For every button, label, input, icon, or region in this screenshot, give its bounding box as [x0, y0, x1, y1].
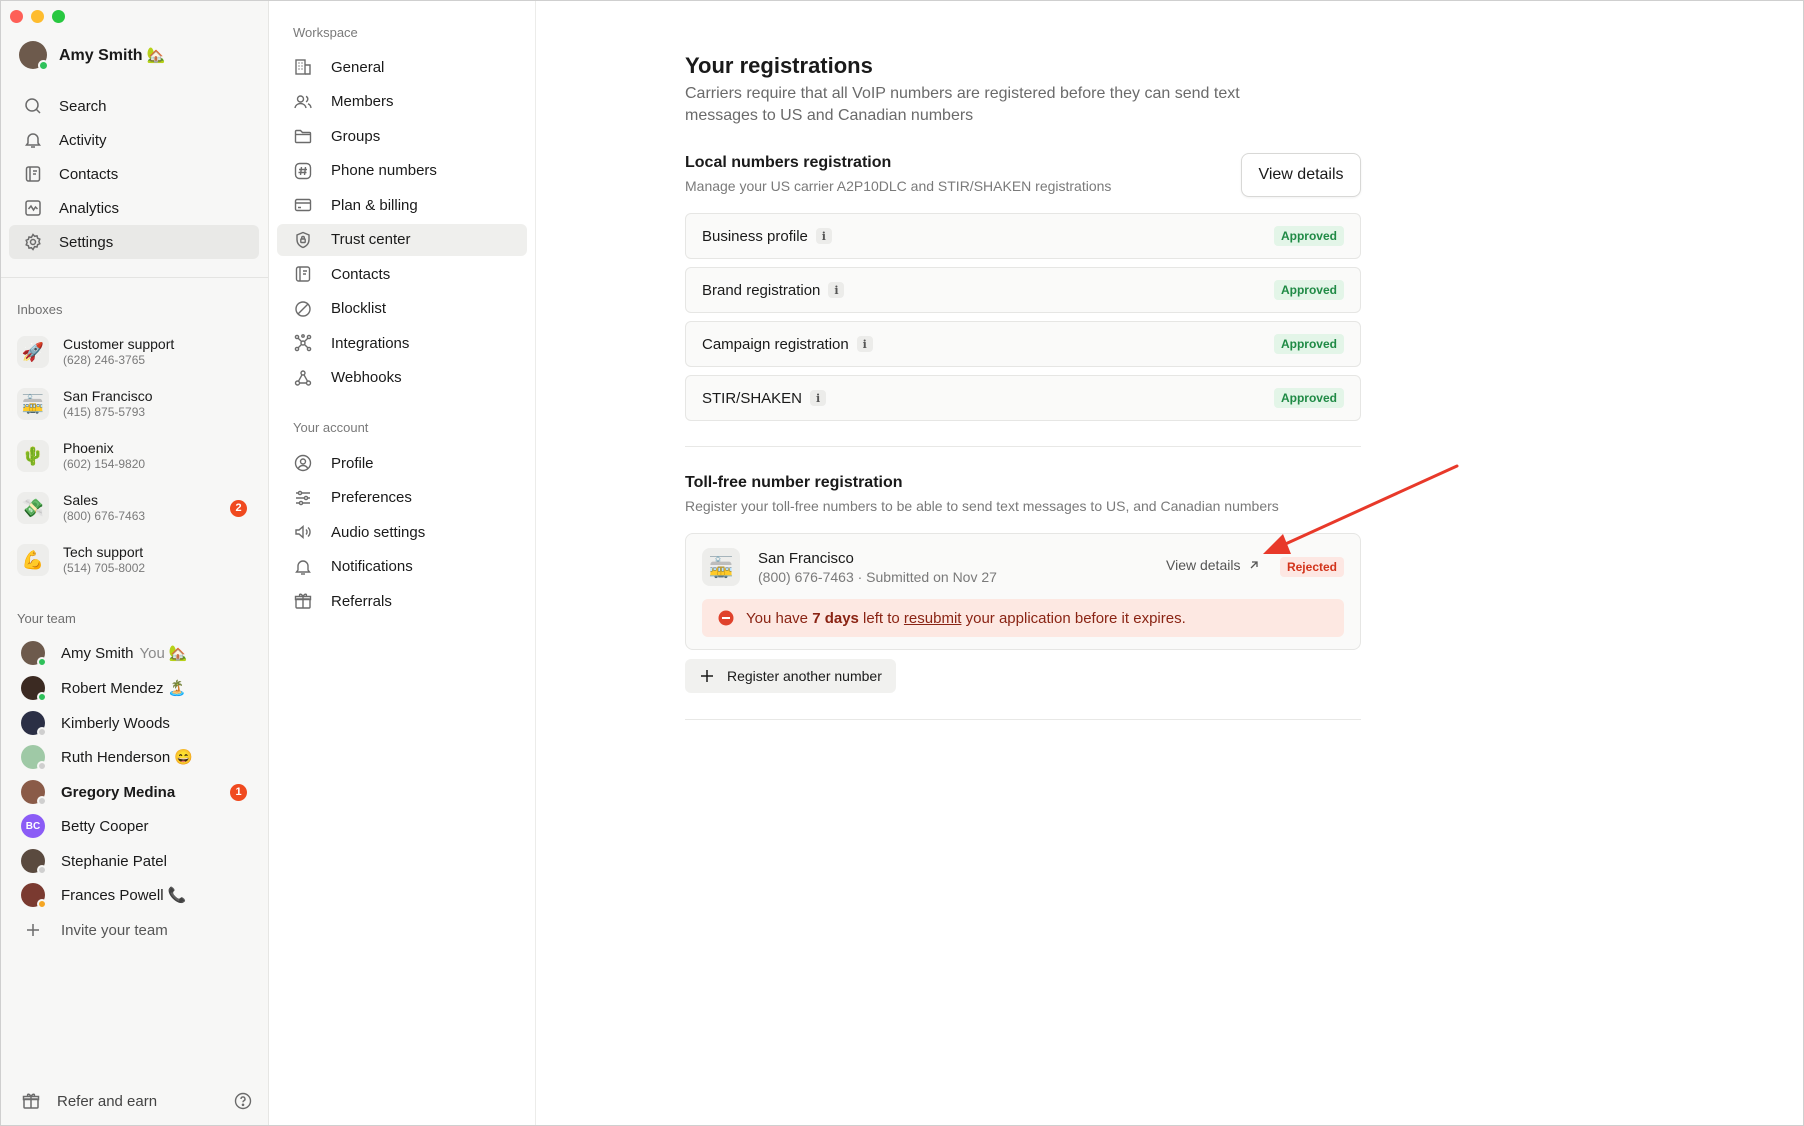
app-window: Amy Smith 🏡 Search Activity Contacts Anal… [0, 0, 1804, 1126]
annotation-arrow [1263, 464, 1459, 554]
